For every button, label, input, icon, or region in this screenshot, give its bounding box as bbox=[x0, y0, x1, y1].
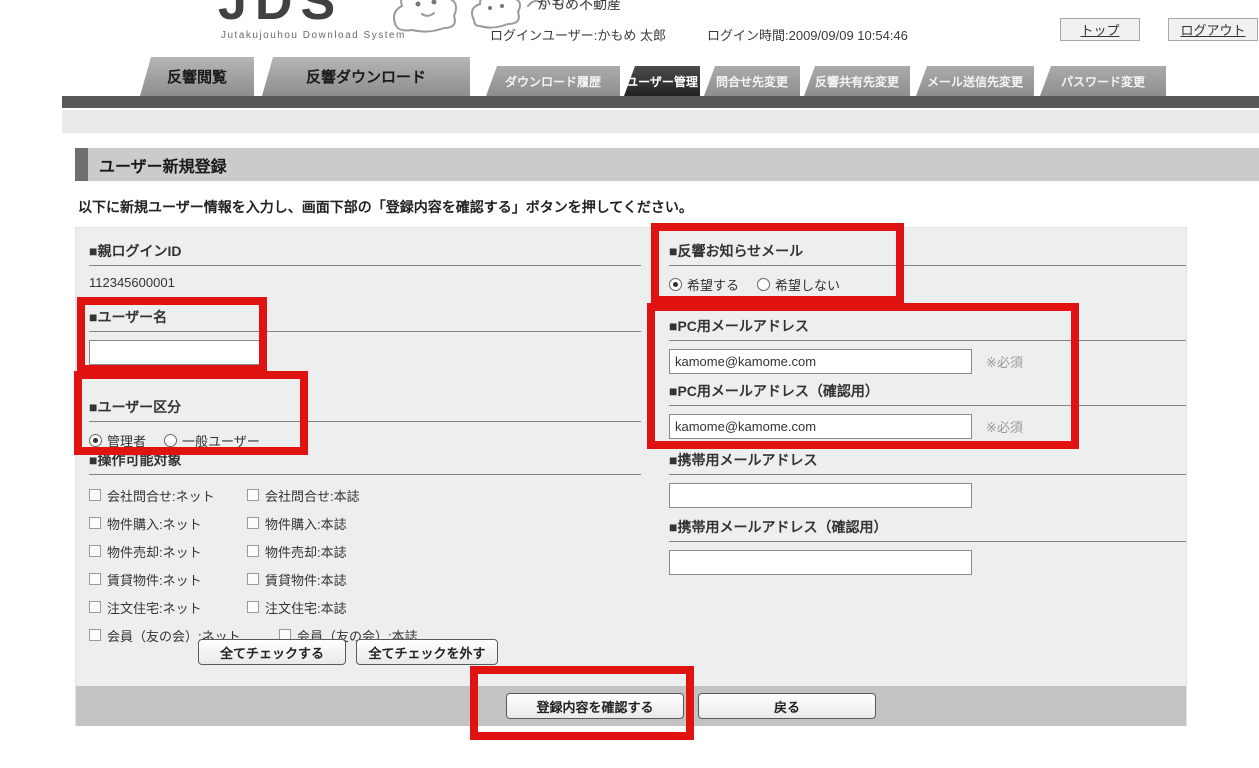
notify-mail-option-no[interactable]: 希望しない bbox=[757, 275, 840, 294]
form-panel: ■親ログインID 112345600001 ■ユーザー名 ■ユーザー区分 管理者… bbox=[75, 227, 1187, 726]
page: JDS Jutakujouhou Download System かもめ不動産 … bbox=[0, 0, 1259, 768]
user-name-label: ■ユーザー名 bbox=[89, 307, 641, 332]
field-user-name: ■ユーザー名 bbox=[89, 307, 641, 365]
instruction-text: 以下に新規ユーザー情報を入力し、画面下部の「登録内容を確認する」ボタンを押してく… bbox=[78, 199, 693, 215]
uncheck-all-button[interactable]: 全てチェックを外す bbox=[356, 639, 498, 665]
login-user-label: ログインユーザー:かもめ 太郎 bbox=[490, 28, 666, 43]
confirm-registration-button[interactable]: 登録内容を確認する bbox=[506, 693, 684, 719]
radio-admin-icon[interactable] bbox=[89, 434, 102, 447]
section-title-accent bbox=[75, 148, 88, 181]
checkbox-item[interactable]: 注文住宅:本誌 bbox=[247, 598, 347, 617]
checkbox-icon[interactable] bbox=[247, 517, 259, 529]
checkbox-icon[interactable] bbox=[89, 601, 101, 613]
tab-download-rireki[interactable]: ダウンロード履歴 bbox=[486, 66, 620, 96]
radio-general-icon[interactable] bbox=[164, 434, 178, 447]
notify-mail-label: ■反響お知らせメール bbox=[669, 241, 1186, 266]
tab-hankyou-download[interactable]: 反響ダウンロード bbox=[262, 57, 470, 96]
field-operable-targets: ■操作可能対象 会社問合せ:ネット 会社問合せ:本誌 物件購入:ネット 物件購入… bbox=[89, 450, 641, 649]
tab-password-henkou[interactable]: パスワード変更 bbox=[1040, 66, 1166, 96]
tab-user-kanri[interactable]: ユーザー管理 bbox=[624, 66, 700, 96]
back-button[interactable]: 戻る bbox=[698, 693, 876, 719]
check-buttons-row: 全てチェックする 全てチェックを外す bbox=[198, 639, 498, 665]
field-mobile-mail-confirm: ■携帯用メールアドレス（確認用） bbox=[669, 517, 1186, 575]
checkbox-item[interactable]: 物件購入:本誌 bbox=[247, 514, 347, 533]
notify-mail-option-no-label: 希望しない bbox=[775, 278, 841, 293]
tab-toiawase-henkou[interactable]: 問合せ先変更 bbox=[704, 66, 800, 96]
tab-hankyou-etsuran[interactable]: 反響閲覧 bbox=[140, 57, 254, 96]
section-title-bar: ユーザー新規登録 bbox=[75, 148, 1259, 181]
field-parent-login-id: ■親ログインID 112345600001 bbox=[89, 241, 641, 290]
parent-login-id-value: 112345600001 bbox=[89, 275, 175, 290]
form-bottom-bar: 登録内容を確認する 戻る bbox=[76, 686, 1186, 726]
parent-login-id-label: ■親ログインID bbox=[89, 241, 641, 266]
checkbox-icon[interactable] bbox=[89, 517, 101, 529]
operable-targets-label: ■操作可能対象 bbox=[89, 450, 641, 475]
app-logo-subtitle: Jutakujouhou Download System bbox=[221, 30, 406, 41]
check-all-button[interactable]: 全てチェックする bbox=[198, 639, 346, 665]
page-title: ユーザー新規登録 bbox=[99, 158, 227, 176]
checkbox-item[interactable]: 賃貸物件:ネット bbox=[89, 570, 247, 589]
pc-mail-input[interactable] bbox=[669, 349, 972, 374]
user-type-option-admin-label: 管理者 bbox=[107, 434, 147, 449]
user-type-option-general[interactable]: 一般ユーザー bbox=[164, 431, 260, 450]
checkbox-icon[interactable] bbox=[247, 601, 259, 613]
tabbar-underline bbox=[62, 96, 1259, 108]
pc-mail-label: ■PC用メールアドレス bbox=[669, 316, 1186, 341]
checkbox-icon[interactable] bbox=[247, 489, 259, 501]
user-type-label: ■ユーザー区分 bbox=[89, 397, 641, 422]
pc-mail-required-note: ※必須 bbox=[986, 355, 1023, 370]
checkbox-row: 賃貸物件:ネット 賃貸物件:本誌 bbox=[89, 565, 641, 593]
pc-mail-confirm-label: ■PC用メールアドレス（確認用） bbox=[669, 381, 1186, 406]
field-pc-mail: ■PC用メールアドレス ※必須 bbox=[669, 316, 1186, 374]
checkbox-icon[interactable] bbox=[89, 629, 101, 641]
login-time-label: ログイン時間:2009/09/09 10:54:46 bbox=[707, 28, 908, 43]
checkbox-icon[interactable] bbox=[247, 545, 259, 557]
radio-notify-no-icon[interactable] bbox=[757, 278, 771, 291]
mobile-mail-label: ■携帯用メールアドレス bbox=[669, 450, 1186, 475]
notify-mail-option-yes[interactable]: 希望する bbox=[669, 275, 739, 294]
checkbox-item[interactable]: 会社問合せ:ネット bbox=[89, 486, 247, 505]
tab-kyouyuu-henkou[interactable]: 反響共有先変更 bbox=[804, 66, 910, 96]
user-type-option-general-label: 一般ユーザー bbox=[182, 434, 260, 449]
checkbox-icon[interactable] bbox=[89, 489, 101, 501]
mobile-mail-confirm-input[interactable] bbox=[669, 550, 972, 575]
tab-mail-soushin-henkou[interactable]: メール送信先変更 bbox=[916, 66, 1034, 96]
pc-mail-confirm-required-note: ※必須 bbox=[986, 420, 1023, 435]
notify-mail-option-yes-label: 希望する bbox=[687, 278, 740, 293]
pc-mail-confirm-input[interactable] bbox=[669, 414, 972, 439]
logout-button[interactable]: ログアウト bbox=[1168, 18, 1258, 41]
field-mobile-mail: ■携帯用メールアドレス bbox=[669, 450, 1186, 508]
field-notify-mail: ■反響お知らせメール 希望する 希望しない bbox=[669, 241, 1186, 294]
checkbox-icon[interactable] bbox=[247, 573, 259, 585]
checkbox-row: 物件売却:ネット 物件売却:本誌 bbox=[89, 537, 641, 565]
checkbox-item[interactable]: 注文住宅:ネット bbox=[89, 598, 247, 617]
checkbox-item[interactable]: 会社問合せ:本誌 bbox=[247, 486, 360, 505]
subheader-strip bbox=[62, 110, 1259, 133]
app-logo: JDS bbox=[218, 0, 344, 31]
field-user-type: ■ユーザー区分 管理者 一般ユーザー bbox=[89, 397, 641, 450]
user-type-option-admin[interactable]: 管理者 bbox=[89, 431, 146, 450]
checkbox-item[interactable]: 物件購入:ネット bbox=[89, 514, 247, 533]
checkbox-icon[interactable] bbox=[89, 573, 101, 585]
user-name-input[interactable] bbox=[89, 340, 261, 365]
checkbox-item[interactable]: 物件売却:本誌 bbox=[247, 542, 347, 561]
checkbox-row: 物件購入:ネット 物件購入:本誌 bbox=[89, 509, 641, 537]
field-pc-mail-confirm: ■PC用メールアドレス（確認用） ※必須 bbox=[669, 381, 1186, 439]
checkbox-item[interactable]: 賃貸物件:本誌 bbox=[247, 570, 347, 589]
top-button[interactable]: トップ bbox=[1060, 18, 1140, 41]
company-name: かもめ不動産 bbox=[537, 0, 621, 12]
radio-notify-yes-icon[interactable] bbox=[669, 278, 682, 291]
checkbox-item[interactable]: 物件売却:ネット bbox=[89, 542, 247, 561]
mobile-mail-confirm-label: ■携帯用メールアドレス（確認用） bbox=[669, 517, 1186, 542]
operable-targets-grid: 会社問合せ:ネット 会社問合せ:本誌 物件購入:ネット 物件購入:本誌 物件売却… bbox=[89, 481, 641, 649]
checkbox-row: 会社問合せ:ネット 会社問合せ:本誌 bbox=[89, 481, 641, 509]
mobile-mail-input[interactable] bbox=[669, 483, 972, 508]
checkbox-row: 注文住宅:ネット 注文住宅:本誌 bbox=[89, 593, 641, 621]
checkbox-icon[interactable] bbox=[89, 545, 101, 557]
header: JDS Jutakujouhou Download System かもめ不動産 … bbox=[0, 0, 1259, 56]
